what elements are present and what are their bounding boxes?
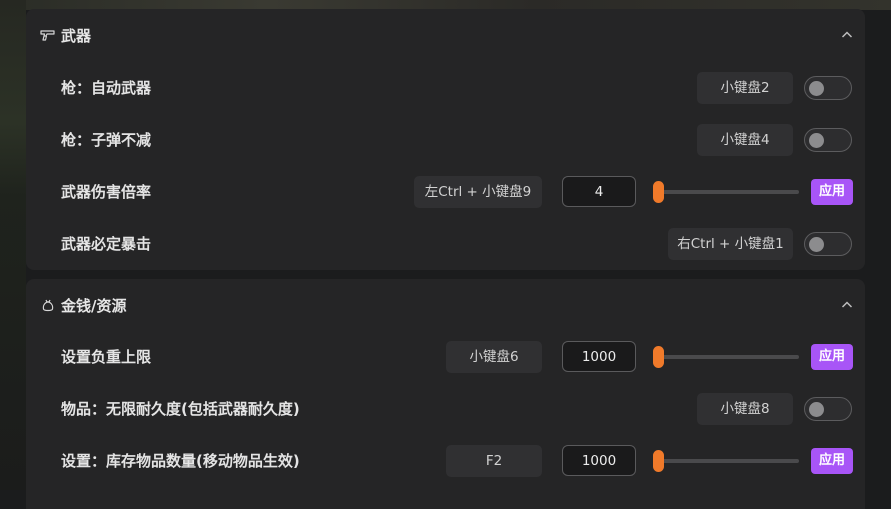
value-slider[interactable] — [653, 346, 799, 368]
toggle-switch[interactable] — [804, 232, 852, 256]
setting-row: 物品：无限耐久度(包括武器耐久度) 小键盘8 — [26, 383, 865, 435]
slider-track — [654, 355, 799, 359]
setting-label: 物品：无限耐久度(包括武器耐久度) — [61, 400, 300, 418]
setting-label: 设置负重上限 — [61, 348, 152, 366]
setting-row: 枪：自动武器 小键盘2 — [26, 62, 865, 114]
toggle-knob — [809, 80, 824, 96]
toggle-knob — [809, 401, 824, 417]
setting-row: 枪：子弹不减 小键盘4 — [26, 114, 865, 166]
hotkey-button[interactable]: 小键盘6 — [446, 341, 542, 373]
hotkey-button[interactable]: 小键盘8 — [697, 393, 793, 425]
toggle-switch[interactable] — [804, 76, 852, 100]
value-slider[interactable] — [653, 181, 799, 203]
setting-label: 枪：自动武器 — [61, 79, 152, 97]
slider-track — [654, 190, 799, 194]
slider-thumb[interactable] — [653, 181, 664, 203]
section-title: 武器 — [61, 27, 92, 45]
toggle-knob — [809, 236, 824, 252]
value-slider[interactable] — [653, 450, 799, 472]
section-weapons: 武器 枪：自动武器 小键盘2 枪：子弹不减 小键盘4 武器伤害倍率 左Ctrl … — [26, 9, 865, 270]
setting-label: 枪：子弹不减 — [61, 131, 152, 149]
money-bag-icon — [40, 297, 56, 313]
toggle-knob — [809, 132, 824, 148]
chevron-up-icon[interactable] — [839, 27, 855, 43]
slider-track — [654, 459, 799, 463]
value-input[interactable] — [562, 176, 636, 207]
apply-button[interactable]: 应用 — [811, 344, 853, 370]
gun-icon — [40, 27, 56, 43]
toggle-switch[interactable] — [804, 128, 852, 152]
setting-label: 武器伤害倍率 — [61, 183, 152, 201]
setting-label: 武器必定暴击 — [61, 235, 152, 253]
hotkey-button[interactable]: 小键盘2 — [697, 72, 793, 104]
background-image-left — [0, 0, 26, 490]
section-header-money[interactable]: 金钱/资源 — [26, 279, 865, 331]
hotkey-button[interactable]: 小键盘4 — [697, 124, 793, 156]
setting-row: 武器必定暴击 右Ctrl + 小键盘1 — [26, 218, 865, 270]
slider-thumb[interactable] — [653, 346, 664, 368]
apply-button[interactable]: 应用 — [811, 448, 853, 474]
chevron-up-icon[interactable] — [839, 297, 855, 313]
apply-button[interactable]: 应用 — [811, 179, 853, 205]
setting-row: 武器伤害倍率 左Ctrl + 小键盘9 应用 — [26, 166, 865, 218]
section-money-resources: 金钱/资源 设置负重上限 小键盘6 应用 物品：无限耐久度(包括武器耐久度) 小… — [26, 279, 865, 509]
setting-label: 设置：库存物品数量(移动物品生效) — [61, 452, 300, 470]
slider-thumb[interactable] — [653, 450, 664, 472]
setting-row: 设置负重上限 小键盘6 应用 — [26, 331, 865, 383]
setting-row: 设置：库存物品数量(移动物品生效) F2 应用 — [26, 435, 865, 487]
value-input[interactable] — [562, 341, 636, 372]
toggle-switch[interactable] — [804, 397, 852, 421]
section-title: 金钱/资源 — [61, 297, 127, 315]
hotkey-button[interactable]: 左Ctrl + 小键盘9 — [414, 176, 542, 208]
section-header-weapons[interactable]: 武器 — [26, 9, 865, 61]
hotkey-button[interactable]: 右Ctrl + 小键盘1 — [668, 228, 793, 260]
value-input[interactable] — [562, 445, 636, 476]
hotkey-button[interactable]: F2 — [446, 445, 542, 477]
